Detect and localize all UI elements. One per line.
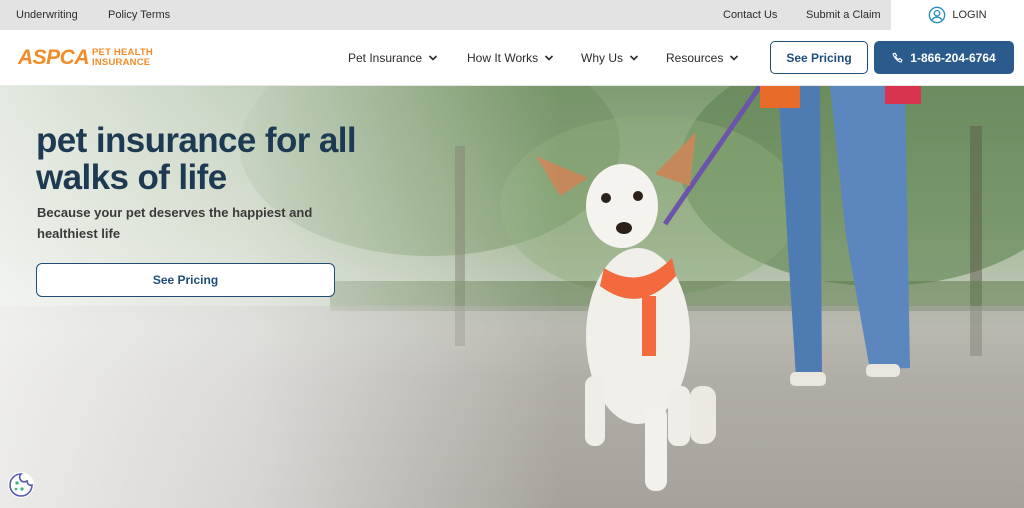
hero-banner: pet insurance for all walks of life Beca… xyxy=(0,86,1024,508)
nav-item-pet-insurance[interactable]: Pet Insurance xyxy=(348,51,438,65)
logo-tagline: PET HEALTH INSURANCE xyxy=(92,48,153,68)
cookie-icon[interactable] xyxy=(6,470,36,500)
contact-us-link[interactable]: Contact Us xyxy=(723,9,777,21)
see-pricing-hero-button[interactable]: See Pricing xyxy=(36,263,335,297)
see-pricing-nav-button[interactable]: See Pricing xyxy=(770,41,868,74)
phone-number: 1-866-204-6764 xyxy=(910,50,996,65)
hero-headline: pet insurance for all walks of life xyxy=(36,121,357,197)
submit-claim-link[interactable]: Submit a Claim xyxy=(806,9,881,21)
nav-item-resources[interactable]: Resources xyxy=(666,51,739,65)
login-label: LOGIN xyxy=(952,9,987,21)
chevron-down-icon xyxy=(545,55,554,61)
underwriting-link[interactable]: Underwriting xyxy=(16,9,78,21)
user-circle-icon xyxy=(929,6,946,24)
login-button[interactable]: LOGIN xyxy=(891,0,1024,30)
main-nav: ASPCA PET HEALTH INSURANCE Pet Insurance… xyxy=(0,30,1024,86)
logo-wordmark: ASPCA xyxy=(18,46,90,69)
nav-item-label: Why Us xyxy=(581,51,623,65)
nav-item-how-it-works[interactable]: How It Works xyxy=(467,51,554,65)
logo-line2: INSURANCE xyxy=(92,57,151,68)
phone-icon xyxy=(892,52,903,63)
aspca-logo[interactable]: ASPCA PET HEALTH INSURANCE xyxy=(18,46,153,70)
policy-terms-link[interactable]: Policy Terms xyxy=(108,9,170,21)
nav-item-label: How It Works xyxy=(467,51,539,65)
utility-bar: Underwriting Policy Terms Contact Us Sub… xyxy=(0,0,1024,30)
chevron-down-icon xyxy=(629,55,639,61)
nav-item-label: Pet Insurance xyxy=(348,51,423,65)
chevron-down-icon xyxy=(428,55,438,61)
phone-button[interactable]: 1-866-204-6764 xyxy=(874,41,1014,74)
hero-subheadline: Because your pet deserves the happiest a… xyxy=(37,205,313,241)
chevron-down-icon xyxy=(730,55,739,61)
nav-item-why-us[interactable]: Why Us xyxy=(581,51,639,65)
nav-item-label: Resources xyxy=(666,51,724,65)
